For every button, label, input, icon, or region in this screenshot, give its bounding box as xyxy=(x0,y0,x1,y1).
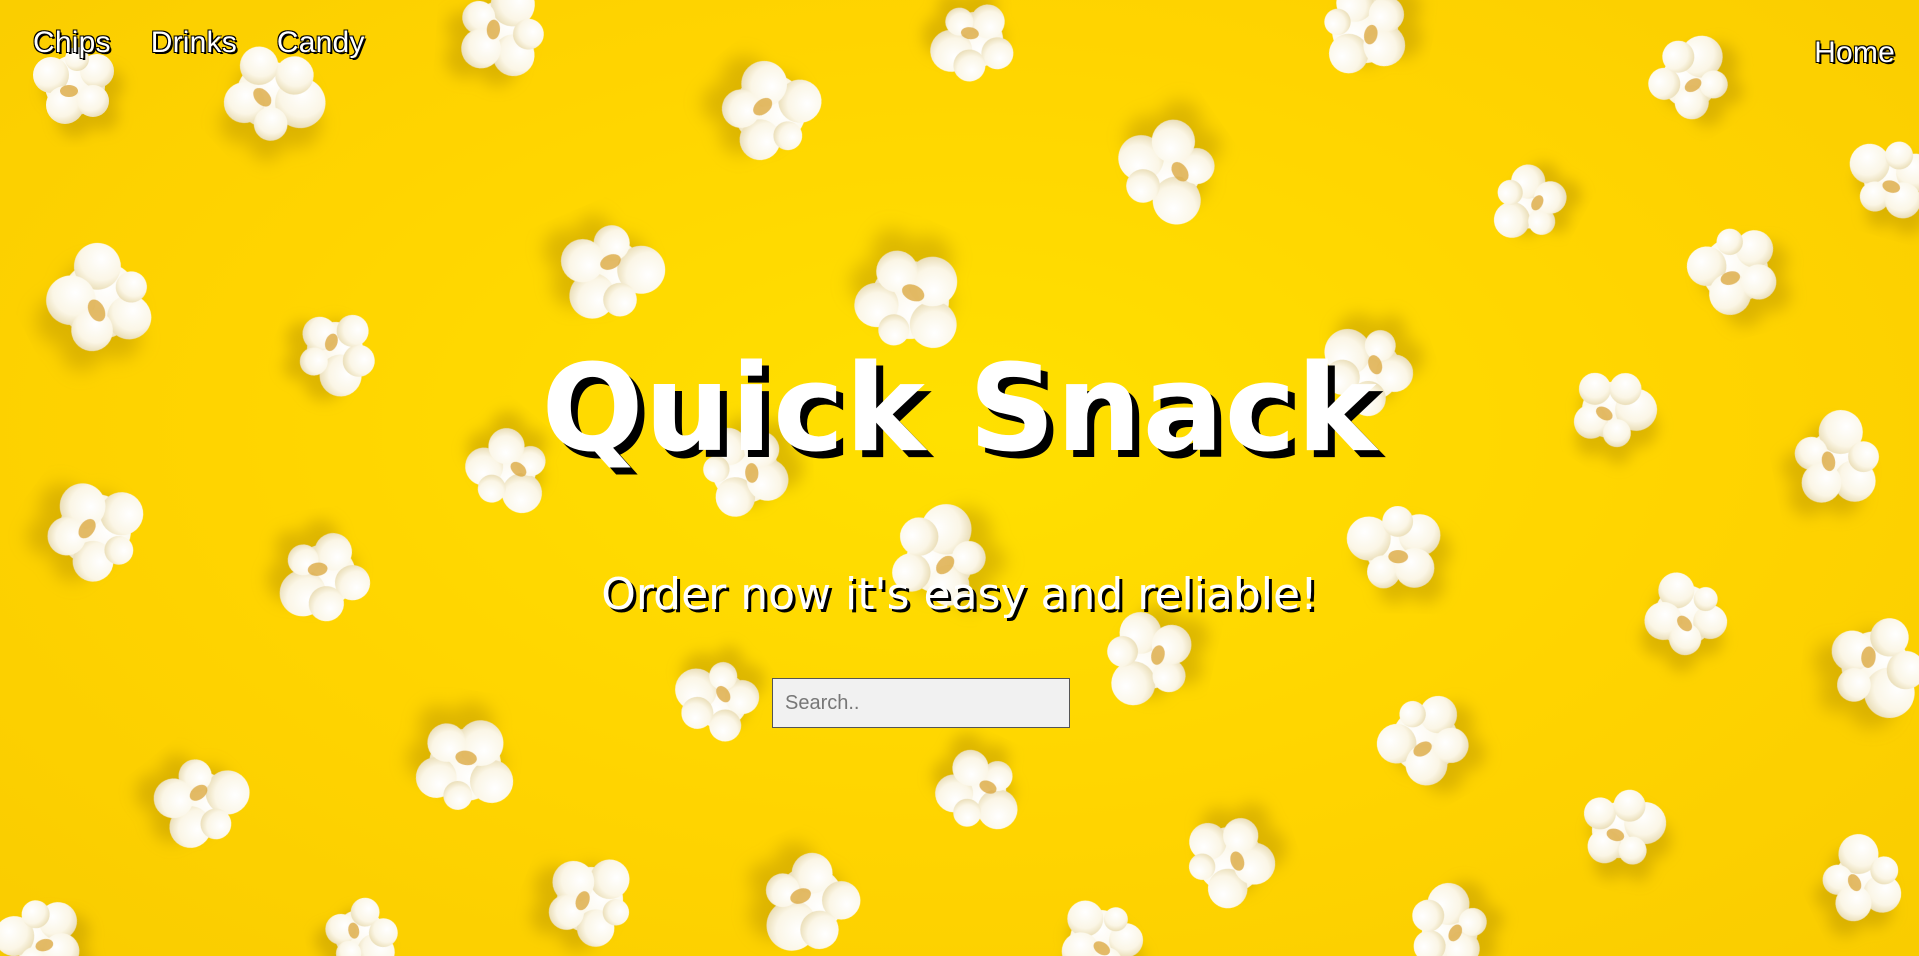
popcorn-kernel xyxy=(1493,164,1567,238)
nav-link-drinks[interactable]: Drinks xyxy=(151,26,237,60)
nav-link-chips[interactable]: Chips xyxy=(33,26,111,60)
popcorn-kernel xyxy=(415,720,514,810)
tagline: Order now it's easy and reliable! xyxy=(601,569,1318,620)
popcorn-kernel xyxy=(721,60,822,161)
popcorn-kernel xyxy=(325,897,398,956)
popcorn-kernel xyxy=(0,900,80,956)
search-container xyxy=(772,678,1070,728)
popcorn-kernel xyxy=(1686,228,1777,315)
popcorn-kernel xyxy=(1831,618,1919,718)
popcorn-kernel xyxy=(1188,818,1276,909)
popcorn-kernel xyxy=(1412,882,1487,956)
nav-link-home[interactable]: Home xyxy=(1814,36,1895,69)
popcorn-kernel xyxy=(153,759,250,848)
popcorn-kernel xyxy=(1849,141,1919,219)
nav-link-candy[interactable]: Candy xyxy=(277,26,365,60)
popcorn-kernel xyxy=(765,852,861,951)
popcorn-kernel xyxy=(1061,900,1144,956)
popcorn-kernel xyxy=(1822,834,1902,922)
popcorn-kernel xyxy=(935,749,1018,830)
nav-right: Home xyxy=(1814,36,1895,70)
popcorn-kernel xyxy=(461,0,544,77)
search-input[interactable] xyxy=(772,678,1070,728)
popcorn-kernel xyxy=(561,225,666,319)
popcorn-kernel xyxy=(1324,0,1406,74)
popcorn-kernel xyxy=(1583,789,1667,865)
popcorn-kernel xyxy=(930,4,1014,82)
popcorn-kernel xyxy=(1118,119,1215,225)
page-title: Quick Snack xyxy=(541,340,1378,479)
popcorn-kernel xyxy=(1648,35,1728,120)
popcorn-kernel xyxy=(675,662,760,742)
popcorn-kernel xyxy=(548,859,630,947)
popcorn-kernel xyxy=(1376,695,1469,786)
top-nav: Chips Drinks Candy xyxy=(33,26,365,60)
